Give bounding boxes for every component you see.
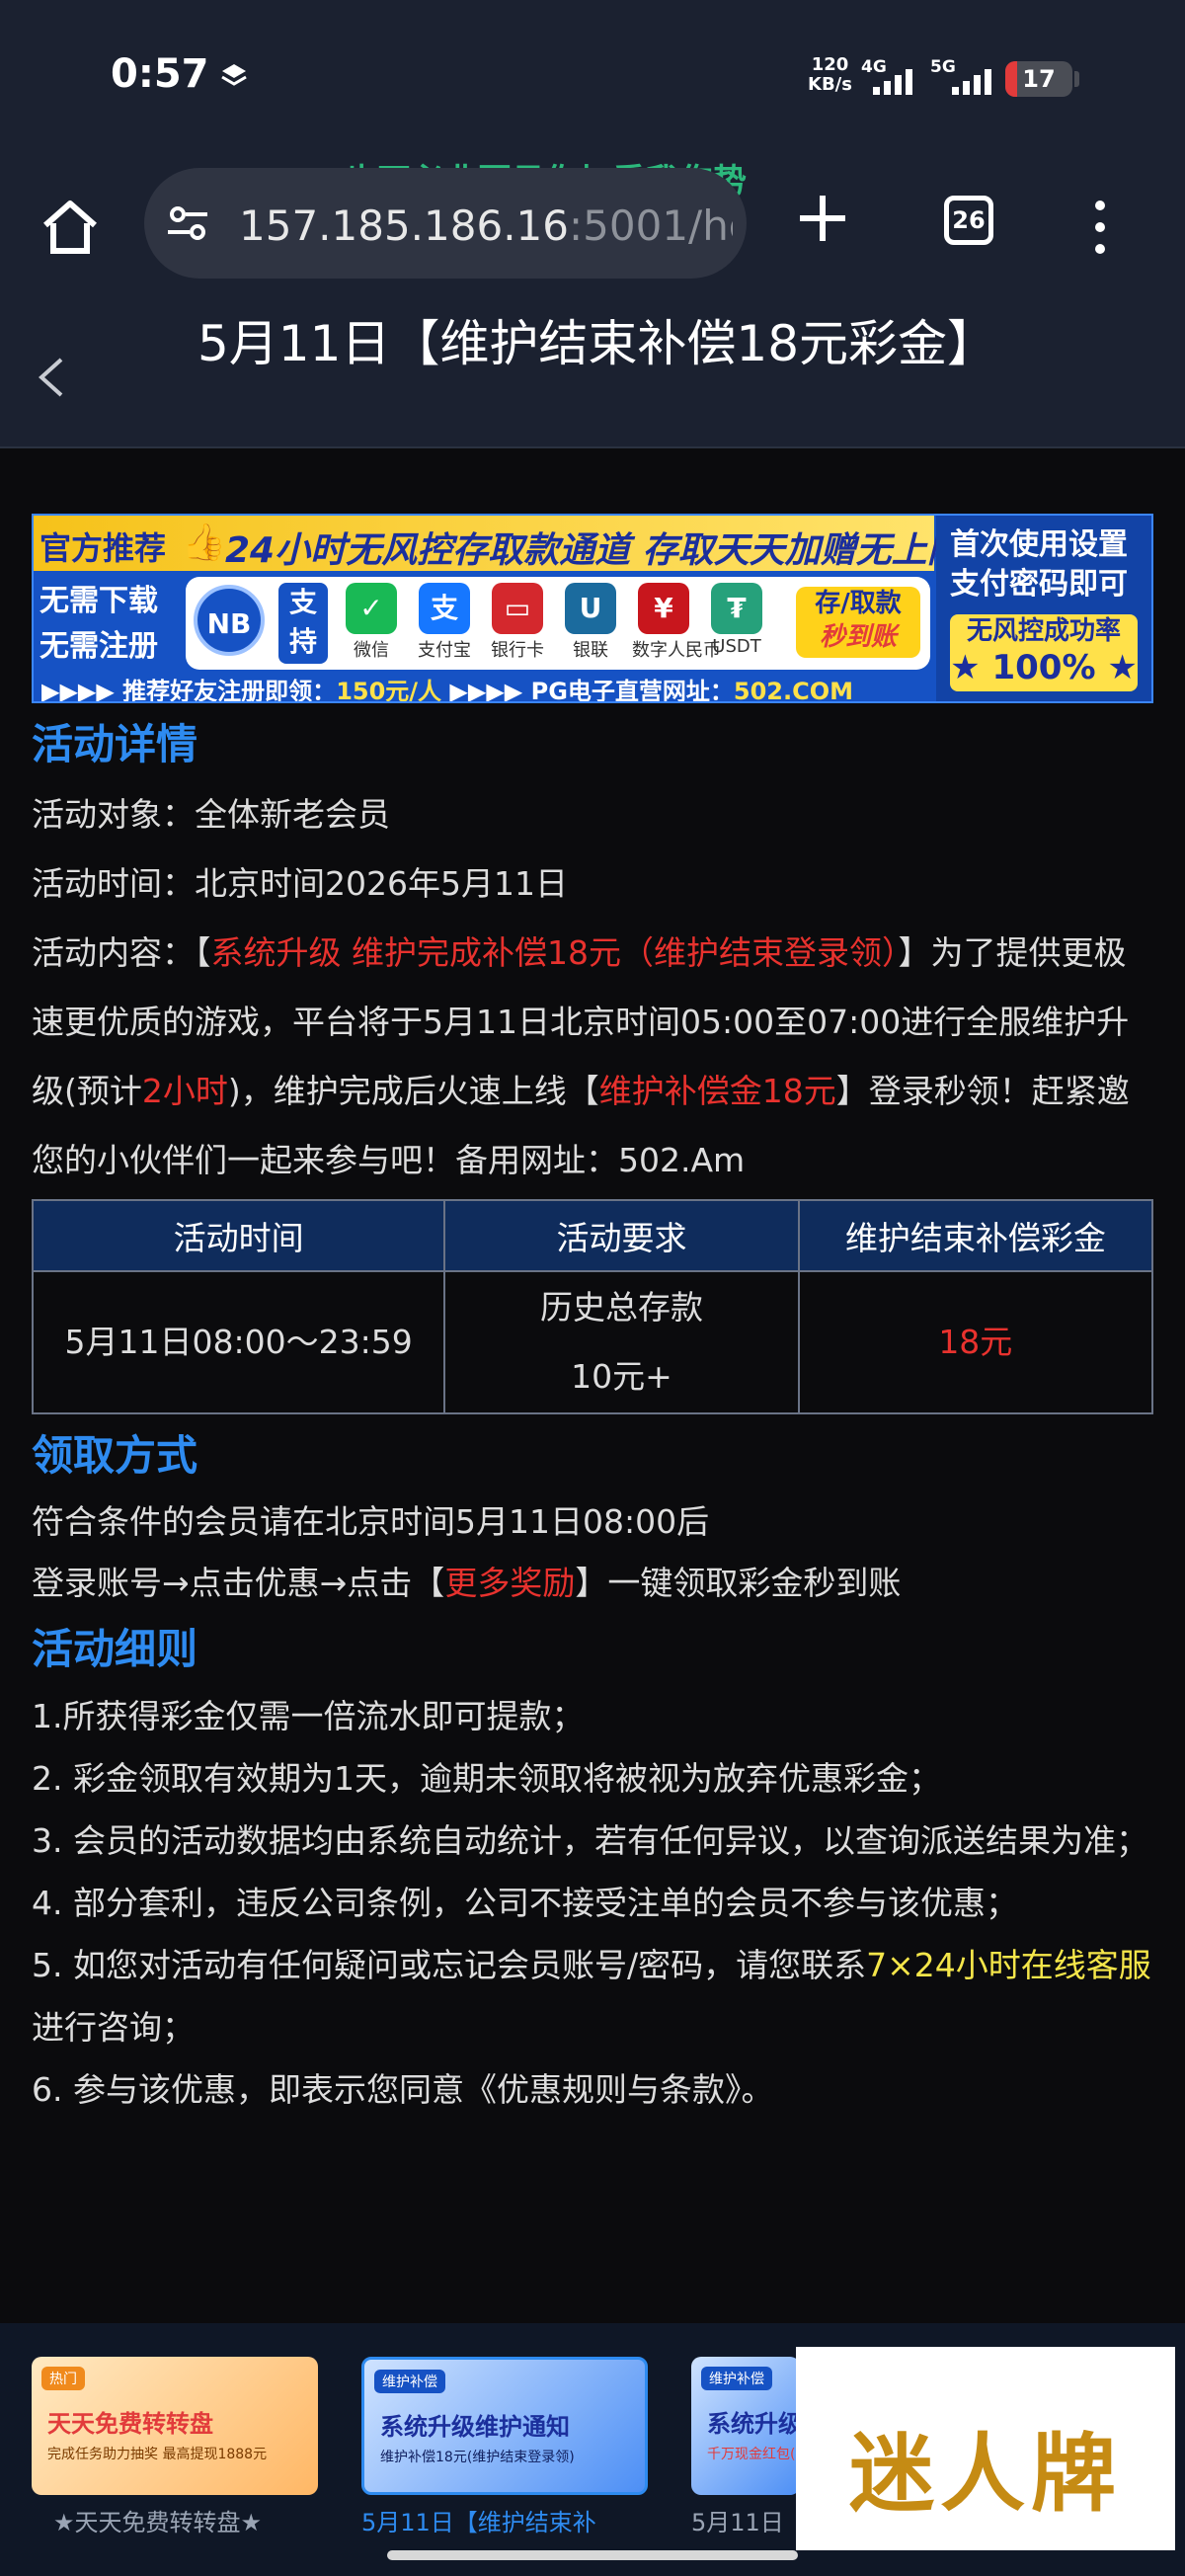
pay-method-label: USDT	[712, 636, 761, 657]
rule-item: 2. 彩金领取有效期为1天，逾期未领取将被视为放弃优惠彩金；	[32, 1759, 941, 1798]
online-support-link[interactable]: 7×24小时在线客服	[866, 1946, 1151, 1984]
unionpay-icon: U	[565, 583, 616, 634]
support-label: 支持	[278, 583, 328, 664]
pay-method-item: ₮ USDT	[705, 583, 768, 662]
banner-right-text: 首次使用设置 支付密码即可	[950, 527, 1128, 602]
payment-methods-panel: NB 支持 ✓ 微信支支付宝 ▭ 银行卡 U 银联 ¥ 数字人民币 ₮ USDT 存/取款 秒到账	[186, 577, 930, 670]
table-header: 维护结束补偿彩金	[797, 1199, 1154, 1272]
activity-table: 活动时间 活动要求 维护结束补偿彩金 5月11日08:00～23:59 历史总存…	[31, 1199, 1154, 1414]
pay-method-item: U 银联	[559, 583, 622, 662]
promo-card-wheel[interactable]: 热门 天天免费转转盘 完成任务助力抽奖 最高提现1888元	[32, 2357, 318, 2495]
signal-bars-icon	[873, 69, 912, 95]
promo-caption[interactable]: ★天天免费转转盘★	[53, 2503, 262, 2537]
alipay-icon: 支	[419, 583, 470, 634]
tab-switcher-button[interactable]: 26	[944, 196, 993, 245]
table-row: 5月11日08:00～23:59 历史总存款 10元+ 18元	[31, 1270, 1154, 1414]
rule-item: 3. 会员的活动数据均由系统自动统计，若有任何异议，以查询派送结果为准；	[32, 1821, 1148, 1860]
layers-icon	[221, 64, 247, 86]
bank-card-icon: ▭	[492, 583, 543, 634]
battery-cap	[1074, 71, 1079, 87]
url-text[interactable]: 157.185.186.16:5001/hon	[239, 201, 733, 250]
banner-right-panel: 首次使用设置 支付密码即可 无风控成功率 ★ 100% ★	[936, 516, 1151, 701]
success-rate-badge: 无风控成功率 ★ 100% ★	[950, 614, 1138, 691]
battery-icon: 17	[1005, 61, 1072, 97]
promo-card-maintenance[interactable]: 维护补偿 系统升级维护通知 维护补偿18元(维护结束登录领)	[361, 2357, 648, 2495]
pay-method-label: 微信	[354, 640, 389, 661]
claim-line-1: 符合条件的会员请在北京时间5月11日08:00后	[32, 1502, 710, 1541]
rule-item: 4. 部分套利，违反公司条例，公司不接受注单的会员不参与该优惠；	[32, 1884, 1018, 1922]
gesture-bar[interactable]	[387, 2550, 798, 2560]
pay-method-item: ✓ 微信	[340, 583, 403, 662]
page-header: 5月11日【维护结束补偿18元彩金】	[0, 306, 1185, 448]
rule-item: 1.所获得彩金仅需一倍流水即可提款；	[32, 1697, 585, 1735]
site-settings-icon[interactable]	[166, 203, 209, 243]
section-heading-rules: 活动细则	[32, 1625, 198, 1673]
pay-method-item: ¥ 数字人民币	[632, 583, 721, 662]
page-content: 活动详情 活动对象：全体新老会员 活动时间：北京时间2026年5月11日 活动内…	[31, 709, 1154, 2121]
back-icon[interactable]	[36, 356, 65, 399]
status-time: 0:57	[111, 51, 209, 97]
digital-rmb-icon: ¥	[638, 583, 689, 634]
overlay-logo: 迷人牌	[796, 2347, 1175, 2550]
rule-item: 5. 如您对活动有任何疑问或忘记会员账号/密码，请您联系7×24小时在线客服进行…	[32, 1946, 1151, 2047]
deposit-badge: 存/取款 秒到账	[796, 587, 920, 658]
pay-method-label: 数字人民币	[632, 640, 721, 661]
page-title: 5月11日【维护结束补偿18元彩金】	[198, 315, 997, 372]
browser-chrome: 0:57 120 KB/s 4G 5G 17 也不必非要见你加重我伤势 157.…	[0, 0, 1185, 448]
signal-bars-icon-2	[952, 69, 991, 95]
home-icon[interactable]	[40, 198, 101, 257]
net-speed: 120 KB/s	[808, 54, 852, 95]
pay-method-label: 银行卡	[491, 640, 544, 661]
section-heading-claim: 领取方式	[32, 1431, 198, 1480]
banner-left-labels: 无需下载 无需注册	[40, 584, 158, 664]
url-row: 也不必非要见你加重我伤势 157.185.186.16:5001/hon 26	[0, 158, 1185, 296]
table-cell-bonus: 18元	[797, 1270, 1154, 1414]
activity-time: 活动时间：北京时间2026年5月11日	[32, 864, 568, 903]
address-bar[interactable]: 157.185.186.16:5001/hon	[144, 168, 747, 279]
activity-target: 活动对象：全体新老会员	[32, 795, 390, 834]
pay-method-item: ▭ 银行卡	[486, 583, 549, 662]
promo-card-partial[interactable]: 维护补偿 系统升级维 千万现金红包(维	[691, 2357, 800, 2495]
new-tab-icon[interactable]	[796, 192, 849, 245]
section-heading-details: 活动详情	[32, 720, 198, 768]
table-header: 活动要求	[443, 1199, 800, 1272]
banner-bottom-line: ▶▶▶▶ 推荐好友注册即领：150元/人 ▶▶▶▶ PG电子直营网址：502.C…	[41, 678, 854, 703]
nb-logo-icon: NB	[194, 585, 265, 656]
pay-method-item: 支支付宝	[413, 583, 476, 662]
banner-recommend: 官方推荐	[40, 529, 167, 567]
activity-content: 活动内容：【系统升级 维护完成补偿18元（维护结束登录领）】为了提供更极速更优质…	[32, 933, 1130, 1179]
table-cell-requirement: 历史总存款 10元+	[443, 1270, 800, 1414]
wechat-icon: ✓	[346, 583, 397, 634]
promo-banner[interactable]: 官方推荐 👍 24小时无风控存取款通道 存取天天加赠无上限 无需下载 无需注册 …	[32, 514, 1153, 703]
pay-method-label: 支付宝	[418, 640, 471, 661]
payment-icons: ✓ 微信支支付宝 ▭ 银行卡 U 银联 ¥ 数字人民币 ₮ USDT	[340, 583, 768, 662]
table-header: 活动时间	[31, 1199, 446, 1272]
thumbs-up-icon: 👍	[182, 523, 226, 563]
banner-top-strip: 官方推荐 👍 24小时无风控存取款通道 存取天天加赠无上限	[34, 516, 963, 571]
table-header-row: 活动时间 活动要求 维护结束补偿彩金	[31, 1199, 1154, 1272]
pay-method-label: 银联	[573, 640, 608, 661]
more-menu-icon[interactable]	[1094, 198, 1106, 257]
promo-caption[interactable]: 5月11日【维护结束补	[361, 2503, 596, 2537]
status-bar: 0:57 120 KB/s 4G 5G 17	[0, 0, 1185, 158]
table-cell-time: 5月11日08:00～23:59	[31, 1270, 446, 1414]
usdt-icon: ₮	[711, 583, 762, 634]
rule-item: 6. 参与该优惠，即表示您同意《优惠规则与条款》。	[32, 2070, 774, 2109]
promo-caption[interactable]: 5月11日	[691, 2503, 784, 2537]
claim-line-2: 登录账号→点击优惠→点击【更多奖励】一键领取彩金秒到账	[32, 1564, 902, 1602]
banner-headline: 24小时无风控存取款通道 存取天天加赠无上限	[225, 530, 963, 571]
